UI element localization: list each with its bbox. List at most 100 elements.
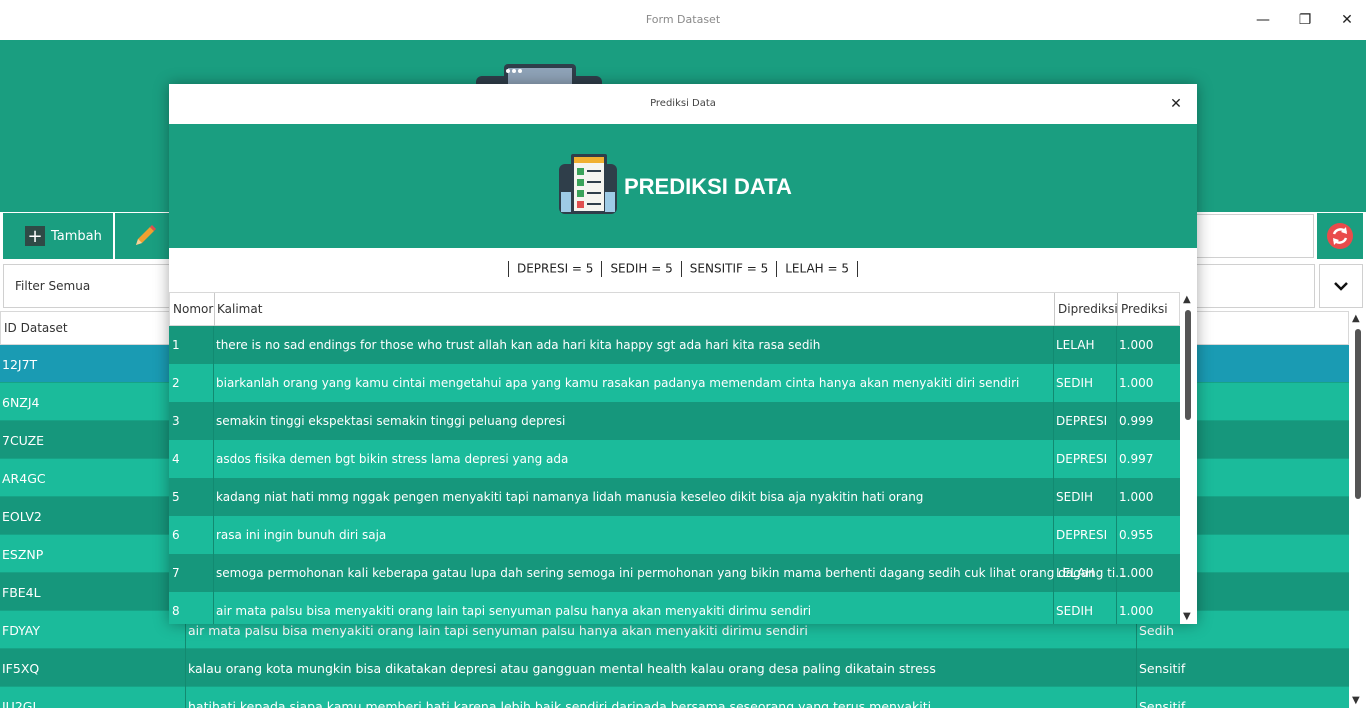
table-row[interactable]: 4 asdos fisika demen bgt bikin stress lam… — [169, 440, 1180, 478]
dialog-close-button[interactable]: ✕ — [1165, 94, 1187, 114]
search-input[interactable] — [1196, 214, 1314, 258]
summary-label: SENSITIF — [689, 261, 743, 276]
row-sentence: there is no sad endings for those who tr… — [216, 338, 821, 352]
summary-value: 5 — [665, 261, 673, 276]
row-predicted-label: DEPRESI — [1056, 452, 1108, 466]
column-divider[interactable] — [1117, 293, 1118, 327]
scroll-up-icon[interactable]: ▲ — [1352, 313, 1360, 324]
row-sentence: rasa ini ingin bunuh diri saja — [216, 528, 387, 542]
row-score: 1.000 — [1119, 376, 1154, 390]
row-id: IU2GL — [2, 699, 40, 708]
row-text: kalau orang kota mungkin bisa dikatakan … — [188, 661, 936, 676]
cell-divider — [213, 364, 214, 402]
cell-divider — [1116, 440, 1117, 478]
column-id-dataset[interactable]: ID Dataset — [4, 321, 68, 335]
plus-icon: + — [25, 226, 45, 247]
summary-value: 5 — [585, 261, 594, 276]
minimize-button[interactable]: — — [1248, 8, 1278, 32]
cell-divider — [213, 478, 214, 516]
row-score: 1.000 — [1119, 566, 1154, 580]
refresh-button[interactable] — [1317, 213, 1363, 259]
row-id: FDYAY — [2, 623, 41, 638]
pencil-icon — [136, 225, 156, 245]
row-score: 0.999 — [1119, 414, 1154, 428]
summary-divider — [507, 261, 509, 277]
summary-item: LELAH = 5 — [785, 261, 850, 276]
row-id: IF5XQ — [2, 661, 40, 676]
scroll-down-icon[interactable]: ▼ — [1352, 695, 1360, 706]
cell-divider — [213, 326, 214, 364]
scrollbar-thumb[interactable] — [1185, 310, 1191, 420]
scroll-up-icon[interactable]: ▲ — [1183, 294, 1191, 305]
row-id: 6NZJ4 — [2, 395, 40, 410]
row-number: 1 — [172, 338, 180, 352]
row-number: 5 — [172, 490, 180, 504]
table-row[interactable]: IU2GL hatihati kepada siapa kamu memberi … — [0, 687, 1349, 708]
table-row[interactable]: 3 semakin tinggi ekspektasi semakin tingg… — [169, 402, 1180, 440]
row-score: 1.000 — [1119, 604, 1154, 618]
row-predicted-label: LELAH — [1056, 338, 1095, 352]
cell-divider — [1053, 516, 1054, 554]
cell-divider — [1116, 364, 1117, 402]
column-nomor[interactable]: Nomor — [173, 302, 213, 316]
row-sentence: asdos fisika demen bgt bikin stress lama… — [216, 452, 569, 466]
row-number: 4 — [172, 452, 180, 466]
checklist-icon — [559, 154, 617, 214]
row-number: 2 — [172, 376, 180, 390]
table-row[interactable]: 5 kadang niat hati mmg nggak pengen menya… — [169, 478, 1180, 516]
table-row[interactable]: IF5XQ kalau orang kota mungkin bisa dikat… — [0, 649, 1349, 687]
chevron-down-icon — [1334, 282, 1348, 291]
close-button[interactable]: ✕ — [1332, 8, 1362, 32]
row-sentence: semoga permohonan kali keberapa gatau lu… — [216, 566, 1127, 580]
column-kalimat[interactable]: Kalimat — [217, 302, 262, 316]
table-row[interactable]: 6 rasa ini ingin bunuh diri saja DEPRESI 0.… — [169, 516, 1180, 554]
cell-divider — [1116, 592, 1117, 624]
summary-divider — [857, 261, 859, 277]
row-number: 7 — [172, 566, 180, 580]
dataset-scrollbar[interactable]: ▲ ▼ — [1350, 311, 1366, 708]
add-button-label: Tambah — [51, 228, 102, 244]
add-button[interactable]: + Tambah — [3, 213, 113, 259]
cell-divider — [1053, 440, 1054, 478]
column-divider[interactable] — [1054, 293, 1055, 327]
table-row[interactable]: 2 biarkanlah orang yang kamu cintai menge… — [169, 364, 1180, 402]
cell-divider — [1116, 402, 1117, 440]
summary-item: SEDIH = 5 — [610, 261, 673, 276]
cell-divider — [1053, 478, 1054, 516]
filter-dropdown-button[interactable] — [1319, 264, 1363, 308]
dialog-title: Prediksi Data — [650, 98, 716, 109]
cell-divider — [213, 592, 214, 624]
window-titlebar: Form Dataset — ❐ ✕ — [0, 0, 1366, 40]
row-label: Sensitif — [1139, 661, 1186, 676]
row-number: 8 — [172, 604, 180, 618]
cell-divider — [185, 649, 186, 687]
dialog-heading: PREDIKSI DATA — [624, 174, 792, 199]
cell-divider — [1053, 326, 1054, 364]
row-score: 0.997 — [1119, 452, 1154, 466]
cell-divider — [1116, 478, 1117, 516]
column-divider[interactable] — [214, 293, 215, 327]
row-score: 1.000 — [1119, 338, 1154, 352]
edit-button[interactable] — [115, 213, 175, 259]
prediction-scrollbar[interactable]: ▲ ▼ — [1180, 292, 1197, 624]
row-id: EOLV2 — [2, 509, 42, 524]
column-diprediksi[interactable]: Diprediksi — [1058, 302, 1118, 316]
scroll-down-icon[interactable]: ▼ — [1183, 611, 1191, 622]
cell-divider — [1053, 364, 1054, 402]
column-prediksi[interactable]: Prediksi — [1121, 302, 1168, 316]
filter-selected-value: Filter Semua — [15, 279, 91, 293]
refresh-icon — [1327, 223, 1353, 249]
table-row[interactable]: 7 semoga permohonan kali keberapa gatau l… — [169, 554, 1180, 592]
row-sentence: biarkanlah orang yang kamu cintai menget… — [216, 376, 1020, 390]
summary-item: DEPRESI = 5 — [516, 261, 594, 276]
cell-divider — [1053, 402, 1054, 440]
maximize-button[interactable]: ❐ — [1290, 8, 1320, 32]
cell-divider — [1053, 592, 1054, 624]
table-row[interactable]: 8 air mata palsu bisa menyakiti orang lai… — [169, 592, 1180, 624]
table-row[interactable]: 1 there is no sad endings for those who t… — [169, 326, 1180, 364]
row-score: 1.000 — [1119, 490, 1154, 504]
scrollbar-thumb[interactable] — [1355, 329, 1361, 499]
row-number: 6 — [172, 528, 180, 542]
summary-divider — [680, 261, 682, 277]
summary-value: 5 — [760, 261, 769, 276]
